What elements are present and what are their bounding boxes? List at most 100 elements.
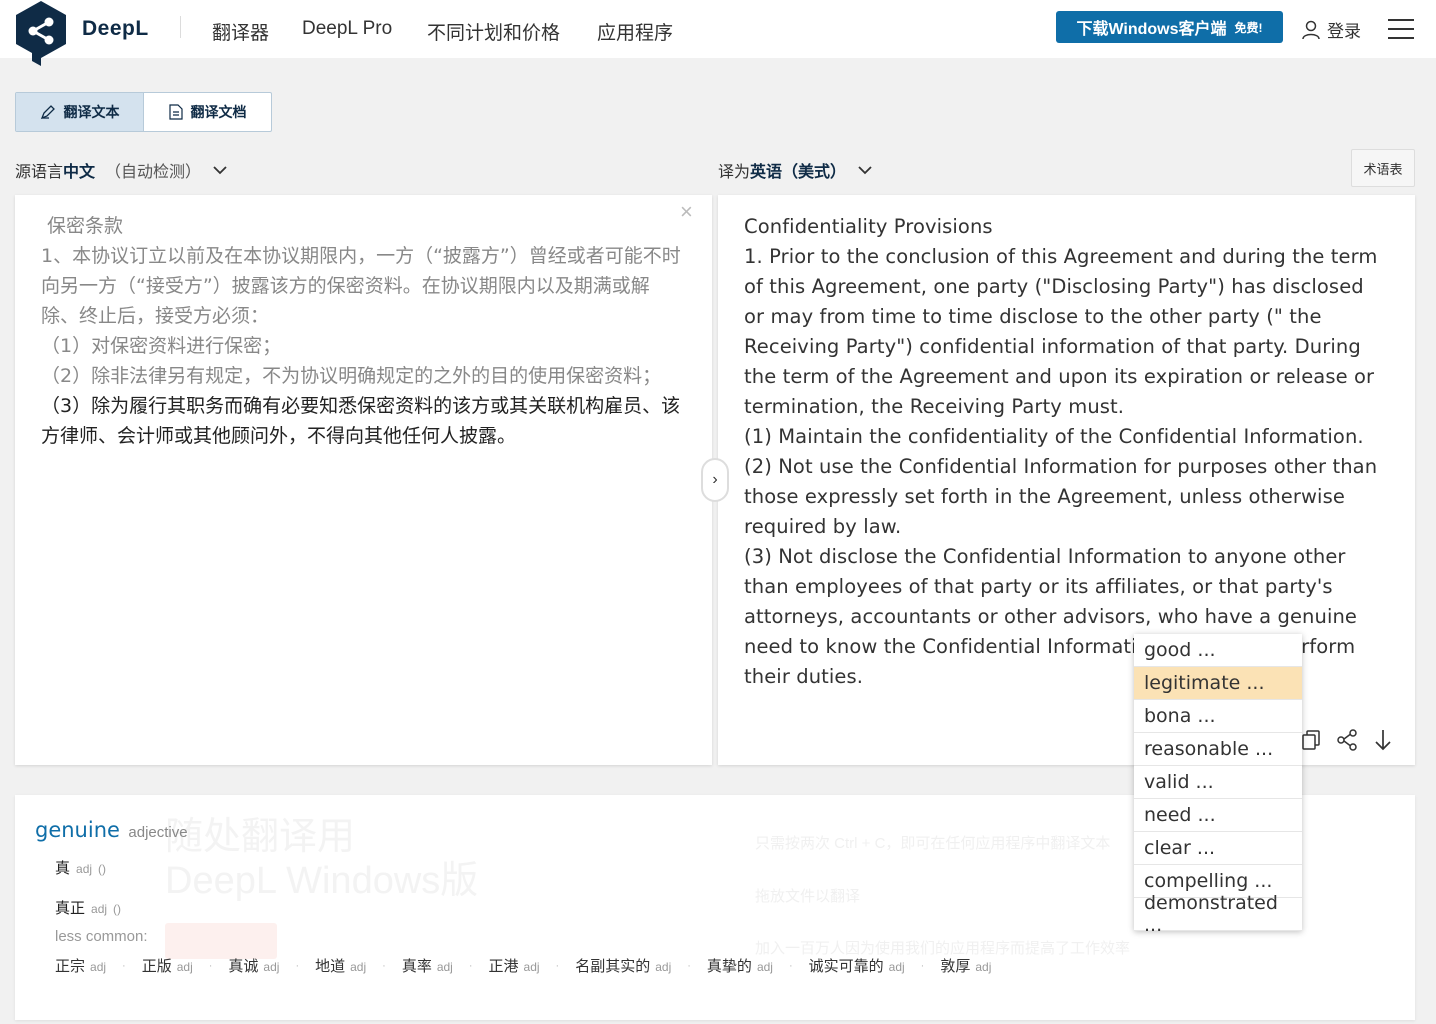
source-language-value: 中文 bbox=[63, 164, 96, 181]
item-tag: adj bbox=[90, 960, 107, 974]
target-text-panel[interactable]: Confidentiality Provisions 1. Prior to t… bbox=[718, 195, 1415, 765]
dictionary-word: genuine bbox=[35, 818, 120, 842]
target-language-value: 英语（美式） bbox=[750, 164, 847, 181]
nav-pricing[interactable]: 不同计划和价格 bbox=[427, 18, 560, 45]
login-label: 登录 bbox=[1327, 22, 1361, 41]
alternative-option[interactable]: valid ... bbox=[1134, 766, 1302, 799]
promo-title-line: 随处翻译用 bbox=[165, 816, 356, 858]
item-tag: adj bbox=[176, 960, 193, 974]
target-language-selector[interactable]: 译为 英语（美式） bbox=[718, 158, 872, 182]
nav-deepl-pro[interactable]: DeepL Pro bbox=[302, 18, 392, 40]
hamburger-menu-icon[interactable] bbox=[1388, 19, 1414, 39]
alternative-option[interactable]: reasonable ... bbox=[1134, 733, 1302, 766]
nav-apps[interactable]: 应用程序 bbox=[597, 18, 673, 45]
tab-translate-document[interactable]: 翻译文档 bbox=[144, 93, 271, 131]
item-word: 诚实可靠的 bbox=[808, 958, 884, 975]
less-common-item[interactable]: 地道 adj bbox=[315, 955, 366, 976]
less-common-item[interactable]: 真率 adj bbox=[402, 955, 453, 976]
chevron-down-icon bbox=[213, 166, 227, 175]
background-promo-button bbox=[165, 923, 277, 959]
item-tag: adj bbox=[436, 960, 453, 974]
item-word: 正版 bbox=[141, 958, 172, 975]
alternative-option[interactable]: bona ... bbox=[1134, 700, 1302, 733]
brand-name[interactable]: DeepL bbox=[82, 17, 149, 41]
tab-translate-document-label: 翻译文档 bbox=[190, 104, 247, 120]
item-word: 敦厚 bbox=[940, 958, 971, 975]
item-tag: adj bbox=[888, 960, 905, 974]
top-bar: DeepL 翻译器 DeepL Pro 不同计划和价格 应用程序 下载Windo… bbox=[0, 0, 1436, 66]
entry-word: 真正 bbox=[55, 900, 86, 917]
item-tag: adj bbox=[523, 960, 540, 974]
item-word: 名副其实的 bbox=[575, 958, 651, 975]
source-language-prefix: 源语言 bbox=[15, 164, 64, 181]
item-word: 真率 bbox=[401, 958, 432, 975]
alternative-option[interactable]: demonstrated ... bbox=[1134, 892, 1302, 936]
less-common-item[interactable]: 正港 adj bbox=[489, 955, 540, 976]
dictionary-pos: adjective bbox=[128, 824, 188, 841]
item-word: 地道 bbox=[315, 958, 346, 975]
dictionary-entry[interactable]: 真正 adj () bbox=[55, 897, 121, 918]
source-paragraph: （1）对保密资料进行保密； bbox=[41, 335, 282, 357]
item-tag: adj bbox=[350, 960, 367, 974]
free-badge: 免费! bbox=[1234, 20, 1263, 35]
auto-detect-label: （自动检测） bbox=[105, 164, 202, 181]
source-paragraph: 1、本协议订立以前及在本协议期限内，一方（“披露方”）曾经或者可能不时向另一方（… bbox=[41, 245, 681, 327]
swap-languages-chevron-right-icon[interactable]: › bbox=[701, 458, 729, 502]
clear-text-close-icon[interactable]: × bbox=[680, 199, 693, 225]
entry-extra: () bbox=[98, 862, 107, 876]
less-common-item[interactable]: 诚实可靠的 adj bbox=[809, 955, 905, 976]
alternative-option[interactable]: good ... bbox=[1134, 634, 1302, 667]
download-label: 下载Windows客户端 bbox=[1076, 21, 1227, 38]
item-tag: adj bbox=[975, 960, 992, 974]
translation-paragraph: Confidentiality Provisions bbox=[744, 215, 993, 238]
translation-paragraph: (1) Maintain the confidentiality of the … bbox=[744, 425, 1364, 448]
promo-line: 只需按两次 Ctrl + C，即可在任何应用程序中翻译文本 bbox=[755, 835, 1111, 852]
entry-extra: () bbox=[113, 902, 122, 916]
user-icon bbox=[1302, 20, 1320, 39]
alternative-option[interactable]: clear ... bbox=[1134, 832, 1302, 865]
alternatives-dropdown: good ... legitimate ... bona ... reasona… bbox=[1134, 634, 1302, 936]
alternative-option-highlighted[interactable]: legitimate ... bbox=[1134, 667, 1302, 700]
promo-line: 拖放文件以翻译 bbox=[755, 888, 861, 905]
item-tag: adj bbox=[756, 960, 773, 974]
less-common-item[interactable]: 正宗 adj bbox=[55, 955, 106, 976]
entry-word: 真 bbox=[55, 860, 71, 877]
source-text-panel[interactable]: 保密条款 1、本协议订立以前及在本协议期限内，一方（“披露方”）曾经或者可能不时… bbox=[15, 195, 712, 765]
entry-tag: adj bbox=[91, 902, 108, 916]
source-language-selector[interactable]: 源语言 中文 （自动检测） bbox=[15, 158, 227, 182]
less-common-list: 正宗 adj · 正版 adj · 真诚 adj · 地道 adj · 真率 adj · … bbox=[55, 955, 991, 976]
translation-mode-tabs: 翻译文本 翻译文档 bbox=[15, 92, 272, 132]
copy-icon[interactable] bbox=[1300, 729, 1322, 751]
header-divider bbox=[180, 16, 181, 38]
item-word: 真诚 bbox=[228, 958, 259, 975]
source-paragraph: 保密条款 bbox=[41, 215, 124, 237]
item-word: 真挚的 bbox=[706, 958, 752, 975]
translation-actions bbox=[1300, 729, 1394, 751]
share-icon[interactable] bbox=[1336, 729, 1358, 751]
source-textarea[interactable]: 保密条款 1、本协议订立以前及在本协议期限内，一方（“披露方”）曾经或者可能不时… bbox=[41, 211, 681, 451]
source-paragraph-active: （3）除为履行其职务而确有必要知悉保密资料的该方或其关联机构雇员、该方律师、会计… bbox=[41, 395, 681, 447]
tab-translate-text-label: 翻译文本 bbox=[63, 104, 120, 120]
login-button[interactable]: 登录 bbox=[1301, 17, 1361, 42]
dictionary-entry[interactable]: 真 adj () bbox=[55, 857, 106, 878]
translation-paragraph: (2) Not use the Confidential Information… bbox=[744, 455, 1378, 538]
item-word: 正港 bbox=[488, 958, 519, 975]
document-icon bbox=[168, 104, 183, 120]
alternative-option[interactable]: need ... bbox=[1134, 799, 1302, 832]
less-common-item[interactable]: 敦厚 adj bbox=[940, 955, 991, 976]
chevron-down-icon bbox=[858, 166, 872, 175]
tab-translate-text[interactable]: 翻译文本 bbox=[16, 93, 144, 131]
less-common-item[interactable]: 正版 adj bbox=[142, 955, 193, 976]
target-language-prefix: 译为 bbox=[718, 164, 751, 181]
less-common-item[interactable]: 真诚 adj bbox=[228, 955, 279, 976]
glossary-button[interactable]: 术语表 bbox=[1351, 149, 1415, 187]
translation-paragraph: 1. Prior to the conclusion of this Agree… bbox=[744, 245, 1378, 418]
source-paragraph: （2）除非法律另有规定，不为协议明确规定的之外的目的使用保密资料； bbox=[41, 365, 662, 387]
download-arrow-icon[interactable] bbox=[1372, 729, 1394, 751]
deepl-logo-icon[interactable] bbox=[14, 0, 68, 66]
download-windows-button[interactable]: 下载Windows客户端 免费! bbox=[1056, 11, 1283, 43]
translation-output[interactable]: Confidentiality Provisions 1. Prior to t… bbox=[744, 212, 1384, 692]
less-common-item[interactable]: 名副其实的 adj bbox=[575, 955, 671, 976]
nav-translator[interactable]: 翻译器 bbox=[212, 18, 269, 45]
less-common-item[interactable]: 真挚的 adj bbox=[707, 955, 773, 976]
